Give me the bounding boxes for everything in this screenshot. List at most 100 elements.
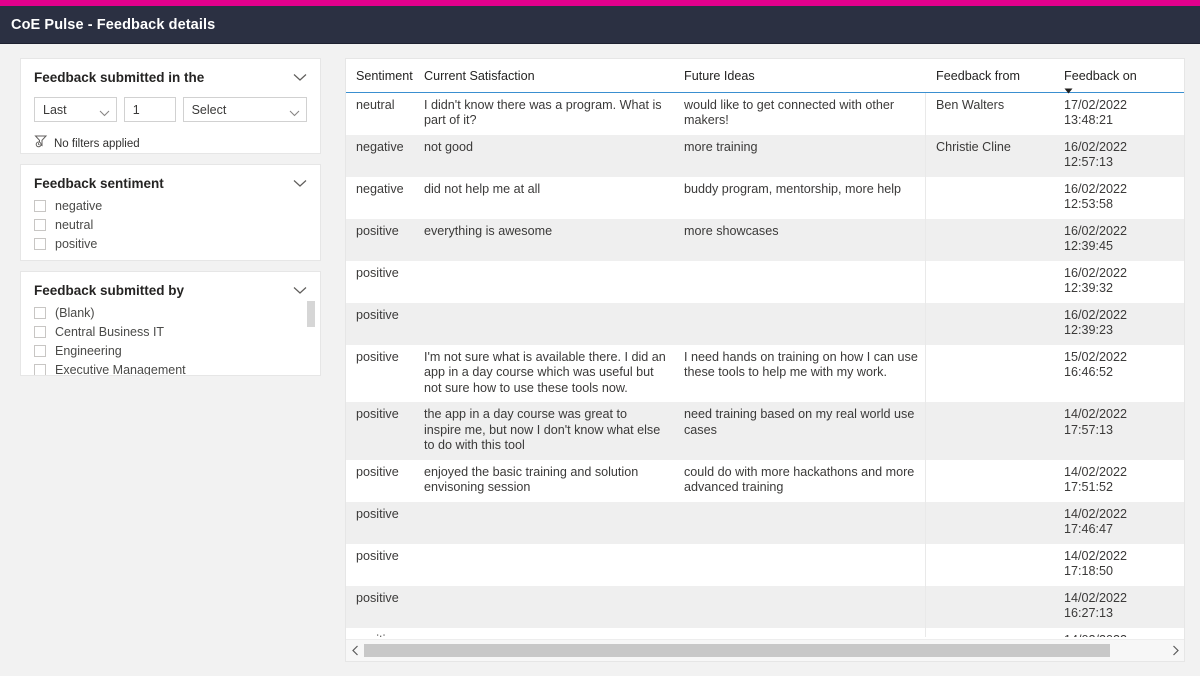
scrollbar-thumb[interactable] [364,644,1110,657]
cell-on: 14/02/2022 16:25:08 [1054,627,1184,637]
table-row[interactable]: negative did not help me at all buddy pr… [346,176,1184,219]
cell-from [926,501,1054,544]
filter-option-negative[interactable]: negative [34,196,307,215]
relative-unit-dropdown[interactable]: Select [182,97,307,122]
cell-sentiment: negative [346,176,414,219]
checkbox-icon[interactable] [34,325,46,338]
submitted-by-checkbox-list: (Blank) Central Business IT Engineering … [34,303,307,375]
table-row[interactable]: positive 14/02/2022 17:46:47 [346,501,1184,544]
filter-clear-icon[interactable] [34,134,48,153]
cell-on: 14/02/2022 16:27:13 [1054,585,1184,628]
filter-option-label: neutral [55,217,94,232]
cell-sentiment: positive [346,627,414,637]
filter-option-label: negative [55,198,103,213]
relative-count-input[interactable]: 1 [123,97,176,122]
cell-satisfaction [414,260,674,303]
sort-descending-caret-icon [1064,83,1073,93]
scrollbar-track[interactable] [364,644,1166,657]
cell-ideas: need training based on my real world use… [674,402,926,460]
filter-status: No filters applied [34,134,307,153]
submitted-by-vertical-scrollbar[interactable] [307,301,315,371]
filter-option-label: (Blank) [55,305,95,320]
page-title: CoE Pulse - Feedback details [11,16,216,33]
table-row[interactable]: positive 14/02/2022 16:25:08 [346,627,1184,637]
checkbox-icon[interactable] [34,218,46,231]
cell-sentiment: positive [346,459,414,502]
column-header-feedback-from[interactable]: Feedback from [926,59,1054,93]
cell-ideas: more training [674,134,926,177]
date-range-controls: Last 1 Select [34,97,307,122]
cell-from [926,402,1054,460]
filter-option-central-business-it[interactable]: Central Business IT [34,322,307,341]
filter-status-text: No filters applied [54,137,140,150]
table-row[interactable]: positive 16/02/2022 12:39:32 [346,260,1184,303]
cell-on: 14/02/2022 17:51:52 [1054,459,1184,502]
scrollbar-thumb[interactable] [307,301,315,327]
filter-option-neutral[interactable]: neutral [34,215,307,234]
cell-satisfaction: the app in a day course was great to ins… [414,402,674,460]
cell-satisfaction [414,627,674,637]
chevron-left-icon[interactable] [346,640,364,662]
report-canvas: Feedback submitted in the Last 1 Select [0,44,1200,676]
table-row[interactable]: positive 14/02/2022 16:27:13 [346,585,1184,628]
filter-pane: Feedback submitted in the Last 1 Select [20,58,321,386]
feedback-table: Sentiment Current Satisfaction Future Id… [346,59,1184,637]
table-row[interactable]: positive I'm not sure what is available … [346,344,1184,402]
cell-ideas: I need hands on training on how I can us… [674,344,926,402]
table-row[interactable]: positive enjoyed the basic training and … [346,459,1184,502]
chevron-down-icon[interactable] [293,73,307,82]
checkbox-icon[interactable] [34,306,46,319]
column-header-label: Feedback from [936,69,1020,83]
filter-title-date-range: Feedback submitted in the [34,70,205,85]
chevron-down-icon[interactable] [293,286,307,295]
cell-from [926,218,1054,261]
cell-satisfaction: not good [414,134,674,177]
checkbox-icon[interactable] [34,199,46,212]
chevron-right-icon[interactable] [1166,640,1184,662]
table-header-row: Sentiment Current Satisfaction Future Id… [346,59,1184,93]
cell-ideas [674,585,926,628]
column-header-label: Feedback on [1064,69,1137,83]
table-row[interactable]: negative not good more training Christie… [346,134,1184,177]
filter-option-engineering[interactable]: Engineering [34,341,307,360]
column-header-current-satisfaction[interactable]: Current Satisfaction [414,59,674,93]
chevron-down-icon [99,106,110,117]
cell-sentiment: neutral [346,92,414,135]
relative-mode-dropdown[interactable]: Last [34,97,117,122]
chevron-down-icon[interactable] [293,179,307,188]
cell-sentiment: negative [346,134,414,177]
checkbox-icon[interactable] [34,237,46,250]
column-header-feedback-on[interactable]: Feedback on [1054,59,1184,93]
cell-on: 16/02/2022 12:57:13 [1054,134,1184,177]
table-row[interactable]: positive the app in a day course was gre… [346,402,1184,460]
filter-option-positive[interactable]: positive [34,234,307,253]
table-scroll-region: Sentiment Current Satisfaction Future Id… [346,59,1184,637]
column-header-sentiment[interactable]: Sentiment [346,59,414,93]
checkbox-icon[interactable] [34,344,46,357]
cell-from [926,176,1054,219]
cell-ideas: more showcases [674,218,926,261]
filter-option-label: positive [55,236,98,251]
cell-sentiment: positive [346,218,414,261]
checkbox-icon[interactable] [34,363,46,375]
cell-from [926,302,1054,345]
table-body: neutral I didn't know there was a progra… [346,92,1184,637]
column-header-future-ideas[interactable]: Future Ideas [674,59,926,93]
table-row[interactable]: positive 16/02/2022 12:39:23 [346,302,1184,345]
relative-mode-value: Last [43,102,67,117]
cell-on: 16/02/2022 12:39:45 [1054,218,1184,261]
table-horizontal-scrollbar[interactable] [346,639,1184,661]
cell-sentiment: positive [346,302,414,345]
table-row[interactable]: positive 14/02/2022 17:18:50 [346,543,1184,586]
cell-ideas: could do with more hackathons and more a… [674,459,926,502]
cell-ideas [674,501,926,544]
filter-option-executive-management[interactable]: Executive Management [34,360,307,375]
cell-ideas [674,260,926,303]
table-row[interactable]: neutral I didn't know there was a progra… [346,92,1184,135]
filter-option-label: Central Business IT [55,324,165,339]
filter-option-blank[interactable]: (Blank) [34,303,307,322]
filter-card-header: Feedback sentiment [34,175,307,192]
cell-satisfaction [414,543,674,586]
table-row[interactable]: positive everything is awesome more show… [346,218,1184,261]
cell-sentiment: positive [346,543,414,586]
